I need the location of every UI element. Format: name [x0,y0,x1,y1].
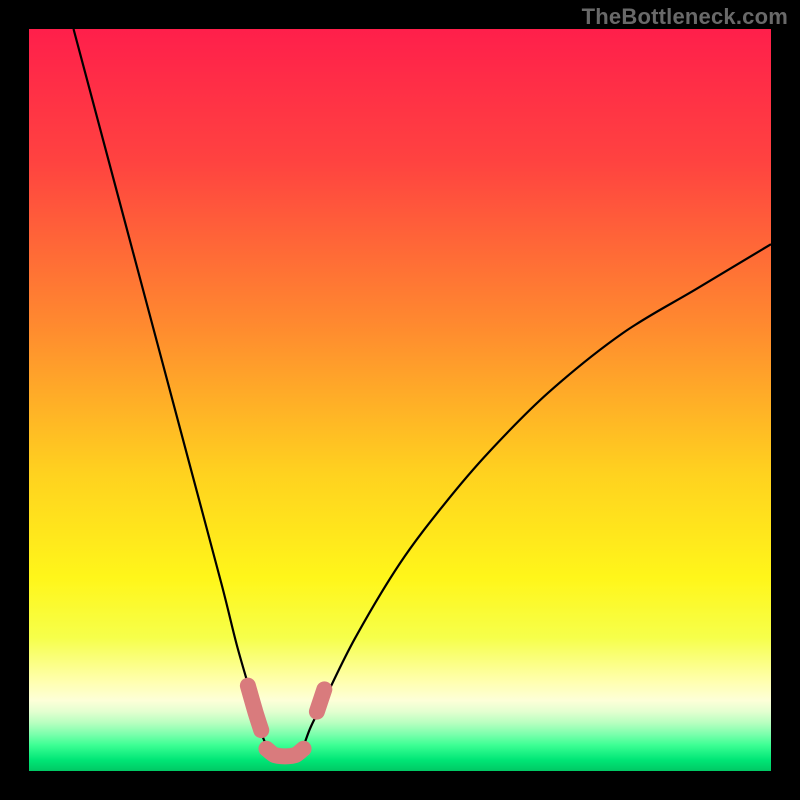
bottleneck-chart [29,29,771,771]
plot-area [29,29,771,771]
chart-frame: TheBottleneck.com [0,0,800,800]
gradient-background [29,29,771,771]
watermark-text: TheBottleneck.com [582,4,788,30]
